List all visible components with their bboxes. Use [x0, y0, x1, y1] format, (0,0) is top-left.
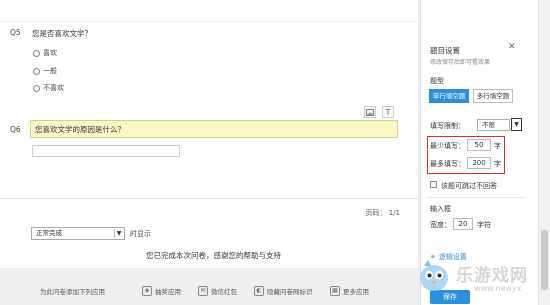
question-settings-panel: 题目设置 修改保存后即可看效果 ✕ 题型 单行填空题 多行填空题 填写限制： 不…: [420, 0, 550, 305]
max-label: 最多填写：: [430, 160, 465, 168]
completion-select[interactable]: 正常完成 ▼: [31, 227, 125, 240]
width-unit: 字符: [477, 221, 491, 229]
max-unit: 字: [494, 160, 501, 168]
survey-page: Q5 您是否喜欢文学？ 喜欢 一般 不喜欢 T Q6 您喜欢文学的原因是什么？ …: [0, 0, 418, 268]
question-title: 您喜欢文学的原因是什么？: [35, 125, 125, 134]
image-icon[interactable]: [364, 106, 376, 118]
skip-label: 该题可跳过不回答: [441, 182, 497, 190]
red-envelope-icon: ✉: [198, 286, 208, 296]
question-number: Q5: [10, 28, 21, 37]
timing-label: 时显示: [130, 230, 151, 238]
survey-editor: Q5 您是否喜欢文学？ 喜欢 一般 不喜欢 T Q6 您喜欢文学的原因是什么？ …: [0, 0, 420, 305]
app-label: 抽奖应用: [155, 288, 181, 296]
max-length-input[interactable]: 200: [467, 157, 491, 169]
radio-option-3[interactable]: 不喜欢: [33, 83, 64, 93]
input-box-label: 输入框: [430, 205, 451, 213]
save-button[interactable]: 保存: [430, 290, 470, 304]
scrollbar-thumb[interactable]: [541, 230, 548, 290]
answer-text-input[interactable]: [32, 145, 180, 157]
gift-icon: ◈: [142, 286, 152, 296]
page-indicator: 页码： 1/1: [365, 209, 401, 217]
question-toolbar: T: [364, 106, 394, 118]
skip-checkbox[interactable]: [430, 181, 437, 188]
page-divider: [0, 198, 418, 199]
radio-icon[interactable]: [33, 67, 40, 75]
panel-subtitle: 修改保存后即可看效果: [430, 59, 491, 66]
panel-divider: [427, 197, 525, 198]
question-title: 您是否喜欢文学？: [32, 29, 92, 38]
completion-select-value: 正常完成: [36, 229, 62, 237]
previous-question-area: [0, 0, 418, 22]
chevron-down-icon[interactable]: ▼: [511, 118, 522, 131]
min-length-input[interactable]: 50: [467, 139, 491, 151]
radio-icon[interactable]: [33, 49, 40, 57]
question-title-editor[interactable]: 您喜欢文学的原因是什么？: [30, 120, 398, 138]
app-label: 更多应用: [343, 288, 369, 296]
app-label: 微信红包: [211, 288, 237, 296]
app-label: 隐藏问卷网标识: [267, 288, 313, 296]
app-hide-branding[interactable]: ◐ 隐藏问卷网标识: [254, 286, 313, 296]
logic-settings-link[interactable]: ⚭ 逻辑设置: [430, 252, 467, 262]
type-label: 题型: [430, 77, 444, 85]
type-multi-line-button[interactable]: 多行填空题: [473, 89, 513, 103]
radio-option-2[interactable]: 一般: [33, 66, 57, 76]
limit-label: 填写限制：: [430, 122, 465, 130]
chevron-down-icon[interactable]: ▼: [114, 229, 123, 238]
app-bar: 为此问卷添加下列应用 ◈ 抽奖应用 ✉ 微信红包 ◐ 隐藏问卷网标识 ▦ 更多应…: [0, 278, 420, 305]
panel-title: 题目设置: [430, 46, 460, 55]
option-label: 一般: [43, 67, 57, 75]
app-more[interactable]: ▦ 更多应用: [330, 286, 369, 296]
app-bar-intro: 为此问卷添加下列应用: [40, 288, 105, 296]
app-lottery[interactable]: ◈ 抽奖应用: [142, 286, 181, 296]
hide-icon: ◐: [254, 286, 264, 296]
text-format-icon[interactable]: T: [382, 106, 394, 118]
radio-icon[interactable]: [33, 84, 40, 92]
grid-icon: ▦: [330, 286, 340, 296]
width-input[interactable]: 20: [453, 218, 473, 230]
scrollbar[interactable]: [538, 0, 550, 305]
limit-select[interactable]: 不限: [477, 119, 510, 131]
close-icon[interactable]: ✕: [508, 42, 516, 52]
min-unit: 字: [494, 142, 501, 150]
option-label: 喜欢: [43, 49, 57, 57]
link-icon: ⚭: [430, 253, 436, 261]
option-label: 不喜欢: [43, 84, 64, 92]
thank-you-message[interactable]: 您已完成本次问卷，感谢您的帮助与支持: [146, 250, 281, 261]
app-wechat-red-envelope[interactable]: ✉ 微信红包: [198, 286, 237, 296]
min-label: 最少填写：: [430, 142, 465, 150]
question-number: Q6: [10, 125, 21, 134]
radio-option-1[interactable]: 喜欢: [33, 48, 57, 58]
logic-settings-label: 逻辑设置: [438, 253, 467, 261]
type-single-line-button[interactable]: 单行填空题: [429, 89, 469, 103]
question-q5[interactable]: Q5 您是否喜欢文学？ 喜欢 一般 不喜欢: [0, 24, 418, 116]
width-label: 宽度：: [430, 221, 451, 229]
